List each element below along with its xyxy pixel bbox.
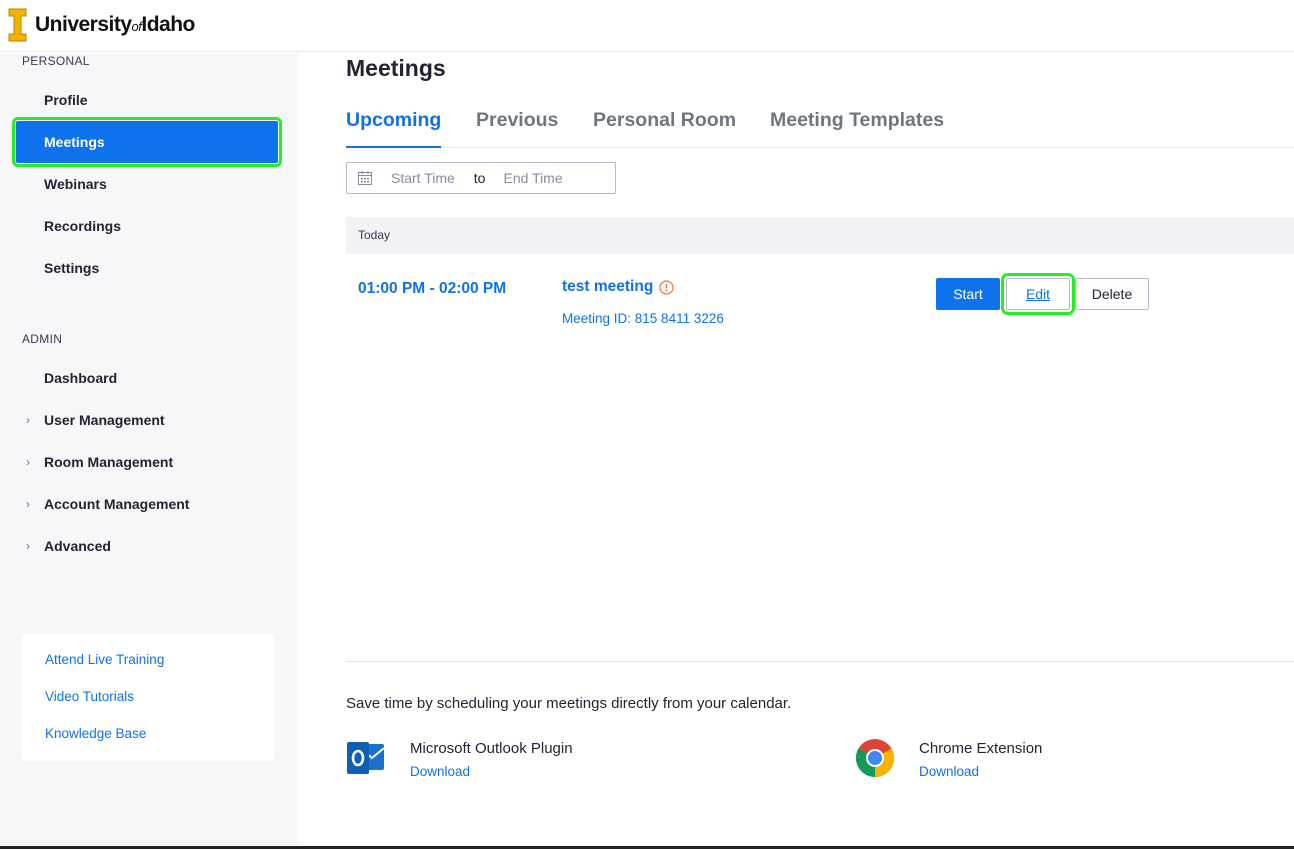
sidebar: PERSONAL Profile Meetings Webinars Recor… xyxy=(0,53,298,849)
meeting-topic-link[interactable]: test meeting xyxy=(562,278,674,296)
sidebar-item-label: User Management xyxy=(44,412,165,428)
sidebar-item-label: Settings xyxy=(44,260,100,276)
date-separator: to xyxy=(473,170,486,186)
help-links-box: Attend Live Training Video Tutorials Kno… xyxy=(22,634,274,761)
sidebar-item-room-management[interactable]: › Room Management xyxy=(16,441,278,483)
meeting-tabs: Upcoming Previous Personal Room Meeting … xyxy=(346,109,1294,148)
chevron-right-icon: › xyxy=(26,413,30,427)
date-range-filter: Start Time to End Time xyxy=(346,162,616,194)
attend-live-training-link[interactable]: Attend Live Training xyxy=(45,652,164,667)
calendar-icon xyxy=(358,171,372,185)
calendar-promo-text: Save time by scheduling your meetings di… xyxy=(346,695,792,712)
idaho-i-logo-icon xyxy=(8,8,27,42)
sidebar-item-label: Dashboard xyxy=(44,370,118,386)
main-content: Meetings Upcoming Previous Personal Room… xyxy=(298,53,1294,849)
sidebar-item-account-management[interactable]: › Account Management xyxy=(16,483,278,525)
meeting-id: Meeting ID: 815 8411 3226 xyxy=(562,311,724,326)
sidebar-item-dashboard[interactable]: Dashboard xyxy=(16,357,278,399)
sidebar-item-label: Advanced xyxy=(44,538,111,554)
day-header: Today xyxy=(346,217,1294,254)
chevron-right-icon: › xyxy=(26,455,30,469)
section-divider xyxy=(346,661,1294,662)
sidebar-item-advanced[interactable]: › Advanced xyxy=(16,525,278,567)
admin-section-label: ADMIN xyxy=(22,332,63,346)
outlook-icon xyxy=(347,742,385,774)
sidebar-item-webinars[interactable]: Webinars xyxy=(16,163,278,205)
sidebar-item-label: Webinars xyxy=(44,176,107,192)
page-title: Meetings xyxy=(346,55,446,81)
start-time-input[interactable]: Start Time xyxy=(391,170,455,186)
tab-personal-room[interactable]: Personal Room xyxy=(593,109,736,148)
knowledge-base-link[interactable]: Knowledge Base xyxy=(45,726,146,741)
university-logo[interactable]: UniversityofIdaho xyxy=(8,8,195,42)
personal-section-label: PERSONAL xyxy=(22,54,90,68)
sidebar-item-meetings[interactable]: Meetings xyxy=(12,117,282,167)
meeting-topic-text: test meeting xyxy=(562,278,654,295)
tab-upcoming[interactable]: Upcoming xyxy=(346,109,442,148)
edit-button[interactable]: Edit xyxy=(1001,273,1075,315)
end-time-input[interactable]: End Time xyxy=(503,170,562,186)
chevron-right-icon: › xyxy=(26,539,30,553)
sidebar-item-label: Meetings xyxy=(44,134,105,150)
tab-meeting-templates[interactable]: Meeting Templates xyxy=(770,109,944,148)
tab-previous[interactable]: Previous xyxy=(476,109,558,148)
logo-text: UniversityofIdaho xyxy=(35,13,195,36)
sidebar-item-profile[interactable]: Profile xyxy=(16,79,278,121)
chrome-download-link[interactable]: Download xyxy=(919,764,979,779)
chrome-extension-name: Chrome Extension xyxy=(919,740,1043,757)
sidebar-item-label: Profile xyxy=(44,92,88,108)
sidebar-item-settings[interactable]: Settings xyxy=(16,247,278,289)
delete-button[interactable]: Delete xyxy=(1075,278,1149,310)
sidebar-item-label: Recordings xyxy=(44,218,122,234)
meeting-time: 01:00 PM - 02:00 PM xyxy=(358,280,507,297)
outlook-download-link[interactable]: Download xyxy=(410,764,470,779)
warning-info-icon[interactable] xyxy=(659,279,674,295)
sidebar-item-recordings[interactable]: Recordings xyxy=(16,205,278,247)
start-button[interactable]: Start xyxy=(936,278,1000,310)
outlook-plugin-name: Microsoft Outlook Plugin xyxy=(410,740,573,757)
sidebar-item-user-management[interactable]: › User Management xyxy=(16,399,278,441)
video-tutorials-link[interactable]: Video Tutorials xyxy=(45,689,134,704)
chevron-right-icon: › xyxy=(26,497,30,511)
top-header: UniversityofIdaho xyxy=(0,0,1294,52)
sidebar-item-label: Room Management xyxy=(44,454,174,470)
sidebar-item-label: Account Management xyxy=(44,496,190,512)
chrome-icon xyxy=(855,739,895,778)
